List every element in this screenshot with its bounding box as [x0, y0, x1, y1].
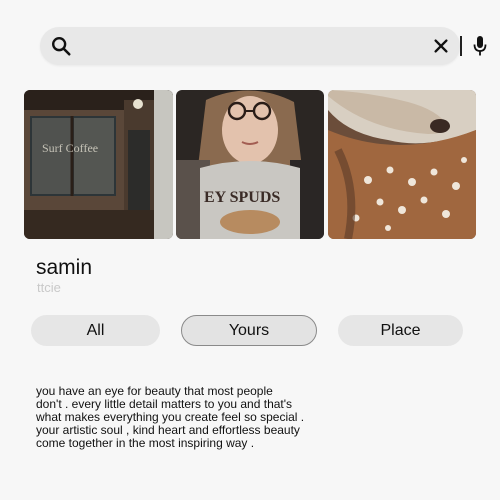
- microphone-icon[interactable]: [472, 35, 488, 57]
- tab-place[interactable]: Place: [338, 315, 463, 346]
- close-icon[interactable]: [432, 37, 450, 55]
- tab-all[interactable]: All: [31, 315, 160, 346]
- search-input[interactable]: [80, 33, 410, 59]
- search-bar[interactable]: [40, 27, 487, 65]
- tab-yours[interactable]: Yours: [181, 315, 317, 346]
- profile-handle: ttcie: [37, 280, 61, 295]
- photo-deer-closeup[interactable]: [328, 90, 476, 239]
- caption-text: you have an eye for beauty that most peo…: [36, 385, 336, 450]
- photo-cafe-storefront[interactable]: Surf Coffee: [24, 90, 173, 239]
- caption-line: come together in the most inspiring way …: [36, 436, 255, 450]
- cafe-sign-text: Surf Coffee: [42, 141, 98, 155]
- search-divider: [460, 36, 462, 56]
- photo-girl-with-glasses[interactable]: EY SPUDS: [176, 90, 324, 239]
- search-icon[interactable]: [50, 35, 72, 57]
- profile-name: samin: [36, 256, 93, 279]
- shirt-text: EY SPUDS: [204, 189, 280, 206]
